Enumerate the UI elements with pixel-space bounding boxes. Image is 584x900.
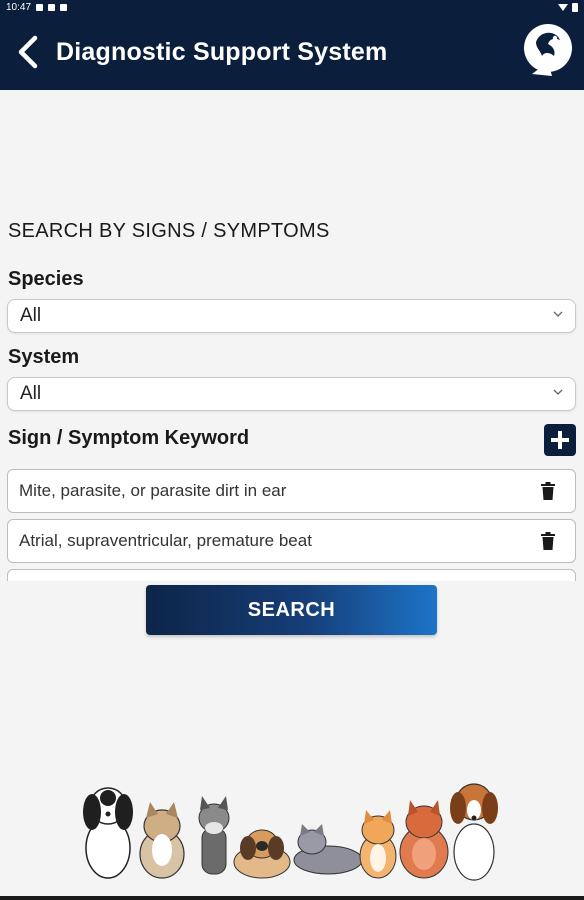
system-label: System: [8, 346, 80, 368]
notification-icon: [36, 3, 44, 11]
spaniel-dog-figure: [83, 787, 133, 879]
keyword-list[interactable]: Mite, parasite, or parasite dirt in ear …: [7, 469, 576, 581]
red-cat-figure: [399, 800, 449, 879]
system-select[interactable]: All: [7, 377, 576, 411]
keyword-label: Sign / Symptom Keyword: [8, 427, 250, 449]
notification-icon: [48, 3, 56, 11]
species-value: All: [20, 305, 42, 326]
cats-and-dogs-illustration: [83, 783, 498, 881]
back-button[interactable]: [6, 22, 50, 82]
app-bar: Diagnostic Support System: [0, 14, 584, 90]
species-select[interactable]: All: [7, 299, 576, 333]
trash-icon[interactable]: [541, 532, 555, 550]
pekingese-dog-figure: [233, 829, 291, 879]
status-bar: 10:47: [0, 0, 584, 14]
status-time: 10:47: [6, 1, 32, 13]
system-value: All: [20, 383, 42, 404]
grey-cat-figure: [293, 824, 363, 875]
back-arrow-icon: [18, 35, 38, 69]
notification-icon: [60, 3, 68, 11]
wifi-icon: [558, 3, 568, 11]
keyword-item-partial: [7, 569, 576, 581]
chevron-down-icon: [553, 311, 563, 317]
bottom-divider: [0, 896, 584, 900]
plus-icon: [551, 431, 569, 449]
chevron-down-icon: [553, 389, 563, 395]
keyword-item: Atrial, supraventricular, premature beat: [7, 519, 576, 563]
keyword-text: Mite, parasite, or parasite dirt in ear: [19, 481, 287, 500]
app-logo-icon: [524, 24, 572, 76]
section-title: SEARCH BY SIGNS / SYMPTOMS: [8, 220, 330, 242]
search-button[interactable]: SEARCH: [146, 585, 437, 635]
species-label: Species: [8, 268, 84, 290]
beagle-dog-figure: [450, 783, 498, 881]
battery-icon: [572, 2, 578, 12]
orange-cat-figure: [359, 810, 397, 879]
keyword-item: Mite, parasite, or parasite dirt in ear: [7, 469, 576, 513]
trash-icon[interactable]: [541, 482, 555, 500]
fluffy-cat-figure: [139, 802, 185, 879]
keyword-text: Atrial, supraventricular, premature beat: [19, 531, 312, 550]
add-keyword-button[interactable]: [544, 424, 576, 456]
schnauzer-dog-figure: [198, 796, 230, 875]
page-title: Diagnostic Support System: [56, 37, 388, 66]
